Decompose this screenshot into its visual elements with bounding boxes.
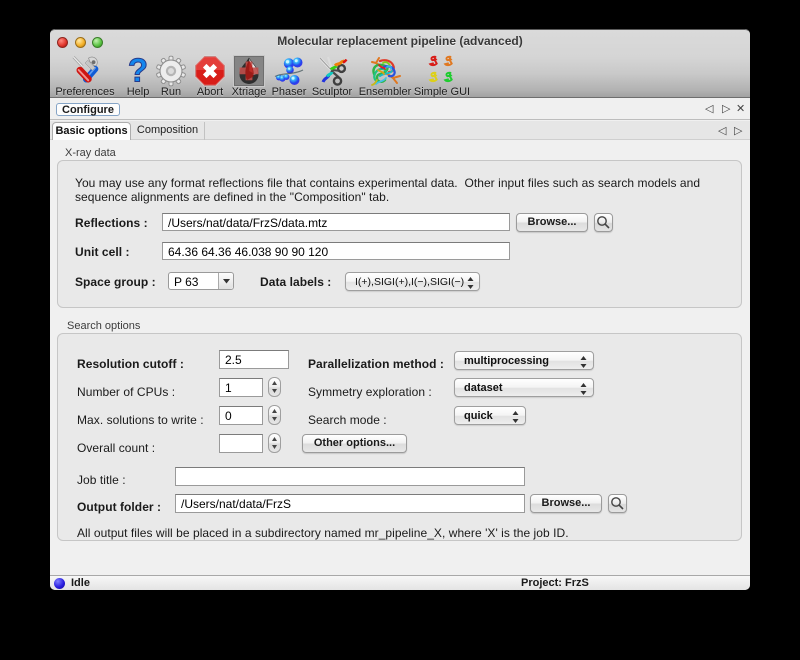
svg-text:?: ? [128,55,148,87]
